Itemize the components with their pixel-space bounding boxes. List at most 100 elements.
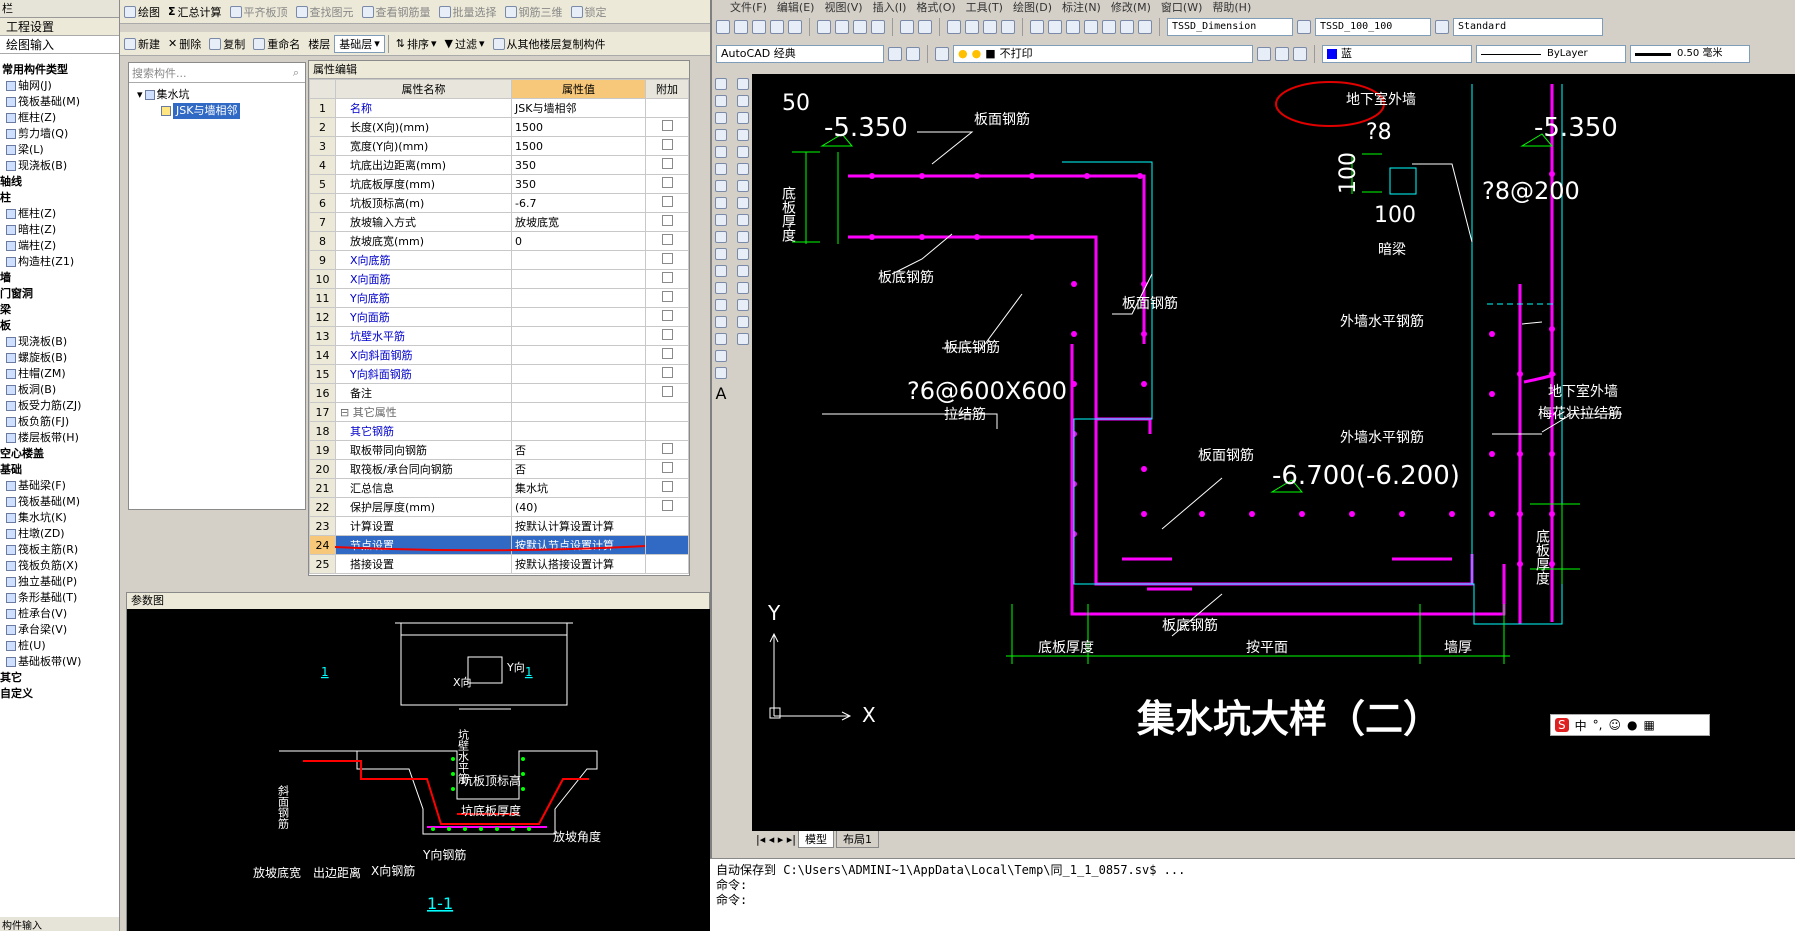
extra-checkbox[interactable] — [661, 443, 673, 454]
tree-item[interactable]: 墙 — [0, 270, 119, 286]
filter-button[interactable]: ▼ 过滤 ▾ — [441, 33, 489, 55]
cad-menu-item[interactable]: 格式(O) — [916, 0, 955, 15]
color-select[interactable]: 蓝 — [1322, 45, 1472, 63]
flat-top-button[interactable]: 平齐板顶 — [226, 1, 292, 23]
tree-item[interactable]: 独立基础(P) — [0, 574, 119, 590]
cad-menu-item[interactable]: 修改(M) — [1111, 0, 1151, 15]
text-style-select[interactable]: TSSD_100_100 — [1315, 18, 1431, 36]
tree-item[interactable]: 承台梁(V) — [0, 622, 119, 638]
view-rebar-button[interactable]: 查看钢筋量 — [358, 1, 435, 23]
zoom-icon[interactable] — [965, 20, 979, 34]
property-row[interactable]: 22 保护层厚度(mm) (40) — [309, 497, 689, 517]
property-value[interactable]: 0 — [511, 231, 646, 251]
extra-checkbox[interactable] — [661, 462, 673, 473]
property-value[interactable]: JSK与墙相邻 — [511, 98, 646, 118]
help-icon[interactable] — [1138, 20, 1152, 34]
tree-item[interactable]: 梁 — [0, 302, 119, 318]
rectangle-icon[interactable] — [715, 146, 727, 158]
save-icon[interactable] — [752, 20, 766, 34]
tab-drawing-input[interactable]: 绘图输入 — [0, 36, 119, 54]
extra-checkbox[interactable] — [661, 139, 673, 150]
property-row[interactable]: 15 Y向斜面钢筋 — [309, 364, 689, 384]
scale-icon[interactable] — [737, 197, 749, 209]
rename-button[interactable]: 重命名 — [249, 33, 304, 55]
properties-icon[interactable] — [1030, 20, 1044, 34]
property-value[interactable]: 350 — [511, 174, 646, 194]
mirror-icon[interactable] — [737, 112, 749, 124]
extra-checkbox[interactable] — [661, 291, 673, 302]
gradient-icon[interactable] — [715, 333, 727, 345]
tree-item[interactable]: 柱帽(ZM) — [0, 366, 119, 382]
search-icon[interactable]: ⌕ — [287, 66, 305, 80]
property-row[interactable]: 18 其它钢筋 — [309, 421, 689, 441]
property-row[interactable]: 2 长度(X向)(mm) 1500 — [309, 117, 689, 137]
tree-item[interactable]: 柱墩(ZD) — [0, 526, 119, 542]
tree-item[interactable]: 板受力筋(ZJ) — [0, 398, 119, 414]
cad-menu-item[interactable]: 绘图(D) — [1013, 0, 1052, 15]
tree-child-jsk[interactable]: JSK与墙相邻 — [129, 103, 305, 119]
line-icon[interactable] — [715, 78, 727, 90]
tree-item[interactable]: 条形基础(T) — [0, 590, 119, 606]
print-icon[interactable] — [770, 20, 784, 34]
property-value[interactable]: 1500 — [511, 136, 646, 156]
rotate-icon[interactable] — [737, 180, 749, 192]
fillet-icon[interactable] — [737, 316, 749, 328]
chamfer-icon[interactable] — [737, 299, 749, 311]
cad-menu-item[interactable]: 视图(V) — [824, 0, 862, 15]
polyline-icon[interactable] — [715, 112, 727, 124]
extra-checkbox[interactable] — [661, 120, 673, 131]
tree-item[interactable]: 自定义 — [0, 686, 119, 702]
tree-item[interactable]: 筏板主筋(R) — [0, 542, 119, 558]
search-input[interactable]: 搜索构件... ⌕ — [129, 63, 305, 83]
property-value[interactable]: 按默认计算设置计算 — [511, 516, 646, 536]
tree-item[interactable]: 轴网(J) — [0, 78, 119, 94]
layer-state-icon[interactable] — [1293, 47, 1307, 61]
tree-item[interactable]: 端柱(Z) — [0, 238, 119, 254]
property-value[interactable]: 按默认搭接设置计算 — [511, 554, 646, 574]
tree-item[interactable]: 基础梁(F) — [0, 478, 119, 494]
extra-checkbox[interactable] — [661, 253, 673, 264]
tree-item[interactable]: 楼层板带(H) — [0, 430, 119, 446]
extra-checkbox[interactable] — [661, 196, 673, 207]
property-row[interactable]: 13 坑壁水平筋 — [309, 326, 689, 346]
ime-toolbar[interactable]: S 中 °, ☺ ● ▦ — [1550, 714, 1710, 736]
property-value[interactable] — [511, 402, 646, 422]
palette-icon[interactable] — [1066, 20, 1080, 34]
redo-icon[interactable] — [918, 20, 932, 34]
insert-block-icon[interactable] — [715, 265, 727, 277]
cad-menu-item[interactable]: 编辑(E) — [777, 0, 815, 15]
table-style-select[interactable]: Standard — [1453, 18, 1603, 36]
markup-icon[interactable] — [1102, 20, 1116, 34]
preview-icon[interactable] — [788, 20, 802, 34]
property-value[interactable]: 否 — [511, 459, 646, 479]
tree-item[interactable]: 暗柱(Z) — [0, 222, 119, 238]
lock-button[interactable]: 锁定 — [567, 1, 611, 23]
extra-checkbox[interactable] — [661, 386, 673, 397]
tree-item[interactable]: 桩(U) — [0, 638, 119, 654]
cad-menu-item[interactable]: 帮助(H) — [1212, 0, 1251, 15]
tree-item[interactable]: 其它 — [0, 670, 119, 686]
stretch-icon[interactable] — [737, 214, 749, 226]
linetype-select[interactable]: ByLayer — [1476, 45, 1626, 63]
tree-item[interactable]: 门窗洞 — [0, 286, 119, 302]
tree-item[interactable]: 框柱(Z) — [0, 206, 119, 222]
floor-select[interactable]: 基础层 ▾ — [334, 34, 385, 53]
open-icon[interactable] — [734, 20, 748, 34]
property-value[interactable] — [511, 364, 646, 384]
property-row[interactable]: 7 放坡输入方式 放坡底宽 — [309, 212, 689, 232]
break-icon[interactable] — [737, 265, 749, 277]
property-row[interactable]: 6 坑板顶标高(m) -6.7 — [309, 193, 689, 213]
undo-icon[interactable] — [900, 20, 914, 34]
new-button[interactable]: 新建 — [120, 33, 164, 55]
property-row[interactable]: 21 汇总信息 集水坑 — [309, 478, 689, 498]
tree-item[interactable]: 现浇板(B) — [0, 334, 119, 350]
property-row[interactable]: 11 Y向底筋 — [309, 288, 689, 308]
copy-from-floor-button[interactable]: 从其他楼层复制构件 — [489, 33, 610, 55]
match-icon[interactable] — [871, 20, 885, 34]
text-icon[interactable]: A — [716, 384, 727, 403]
property-value[interactable]: 集水坑 — [511, 478, 646, 498]
extra-checkbox[interactable] — [661, 177, 673, 188]
design-center-icon[interactable] — [1048, 20, 1062, 34]
cad-menu-item[interactable]: 文件(F) — [730, 0, 767, 15]
extra-checkbox[interactable] — [661, 272, 673, 283]
